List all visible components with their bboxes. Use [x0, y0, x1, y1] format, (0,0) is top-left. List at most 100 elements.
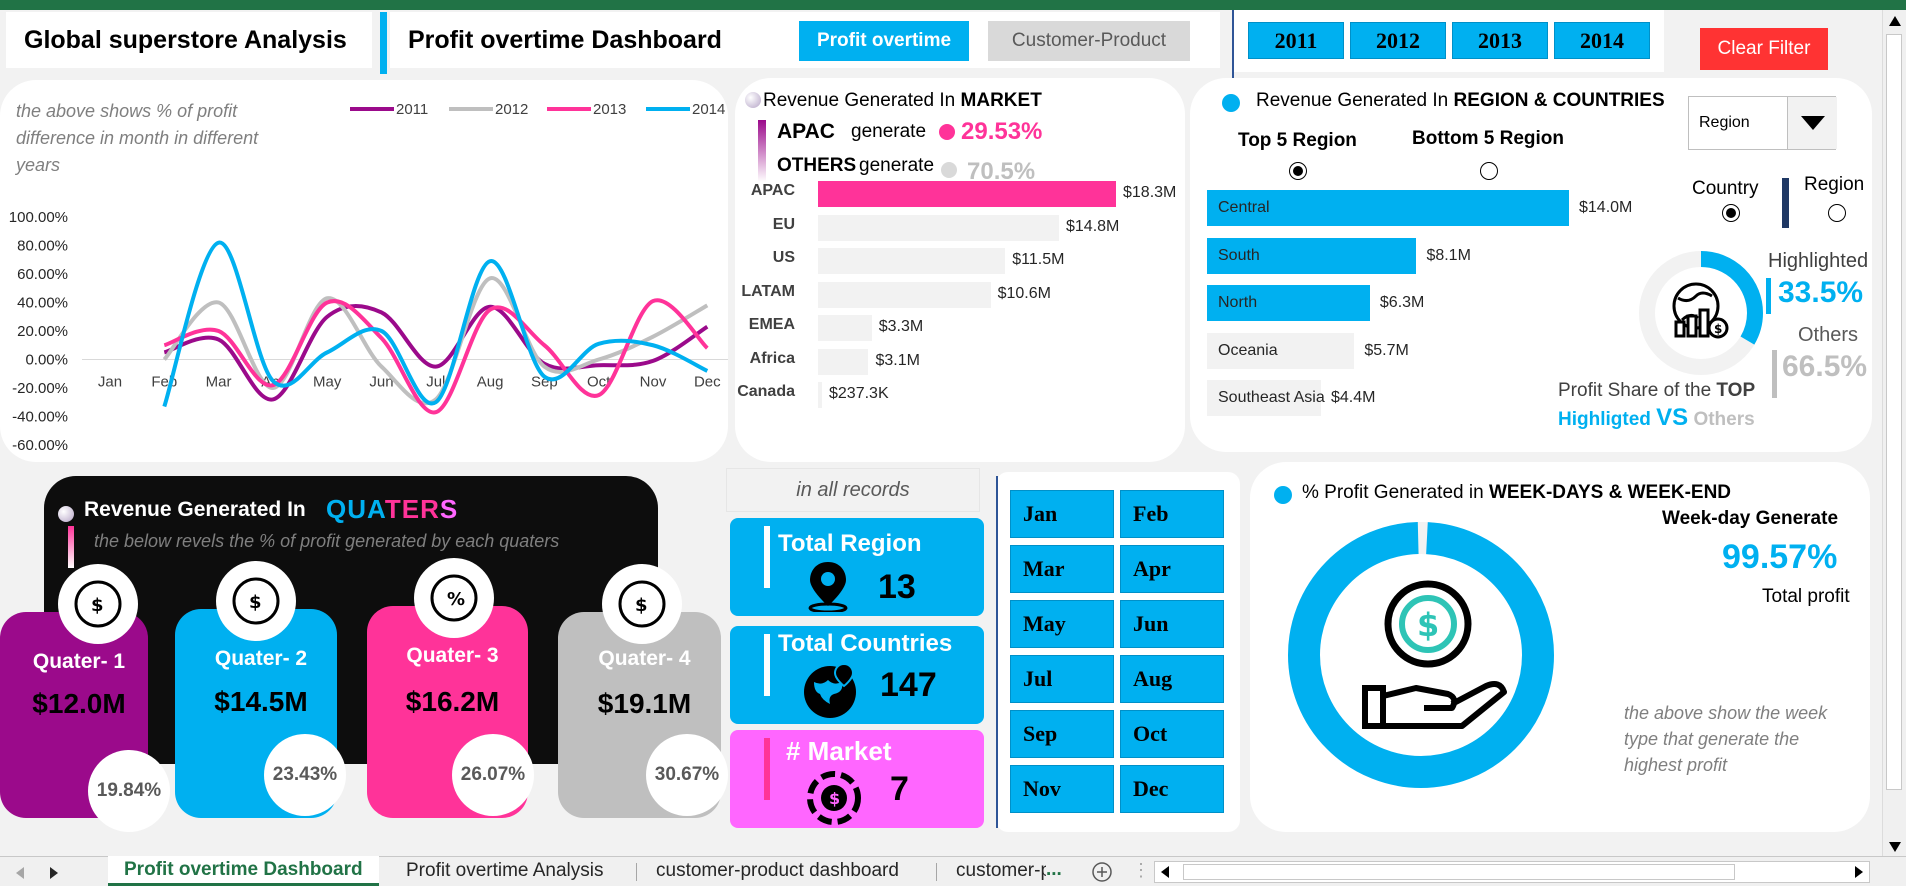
region-bar-label: Southeast Asia	[1218, 389, 1325, 406]
kpi-accent	[764, 526, 770, 588]
week-title-bold: WEEK-DAYS & WEEK-END	[1488, 482, 1732, 503]
sheet-tab-active[interactable]: Profit overtime Dashboard	[108, 856, 379, 886]
region-dropdown-value: Region	[1699, 114, 1750, 131]
x-tick-label: Dec	[694, 374, 721, 391]
market-title-prefix: Revenue Generated In	[763, 90, 961, 111]
country-radio[interactable]	[1722, 204, 1740, 222]
month-button-jun[interactable]: Jun	[1120, 600, 1224, 648]
clear-filter-button[interactable]: Clear Filter	[1700, 28, 1828, 70]
market-bar[interactable]	[818, 248, 1006, 274]
apac-accent-bar	[758, 120, 766, 182]
month-button-may[interactable]: May	[1010, 600, 1114, 648]
month-button-dec[interactable]: Dec	[1120, 765, 1224, 813]
scroll-down-icon[interactable]	[1889, 842, 1901, 852]
region-radio[interactable]	[1828, 204, 1846, 222]
kpi-market-label: # Market	[786, 736, 892, 766]
y-tick-label: -60.00%	[12, 437, 68, 454]
region-bar-value: $4.4M	[1331, 389, 1376, 406]
horizontal-scrollbar[interactable]	[1154, 861, 1870, 883]
region-bar-value: $8.1M	[1426, 246, 1471, 264]
svg-text:$: $	[1714, 322, 1722, 336]
market-bar[interactable]	[818, 348, 869, 375]
top-5-radio[interactable]	[1289, 162, 1307, 180]
region-card-title: Revenue Generated In REGION & COUNTRIES	[1256, 90, 1665, 112]
scroll-left-icon[interactable]	[1161, 866, 1169, 878]
month-button-mar[interactable]: Mar	[1010, 545, 1114, 593]
sheet-tab[interactable]: Profit overtime Analysis	[390, 857, 619, 885]
svg-text:$: $	[829, 789, 840, 808]
globe-chart-icon: $	[1672, 282, 1729, 339]
share-caption-line2: Highligted VS Others	[1558, 404, 1755, 432]
month-button-apr[interactable]: Apr	[1120, 545, 1224, 593]
more-tabs-icon[interactable]: ...	[1046, 859, 1062, 881]
kpi-region-value: 13	[878, 568, 916, 606]
market-bar[interactable]	[818, 281, 991, 308]
month-button-sep[interactable]: Sep	[1010, 710, 1114, 758]
quarter-value: $19.1M	[597, 688, 692, 719]
sheet-next-icon[interactable]	[50, 867, 58, 879]
sheet-tab[interactable]: customer-p	[940, 857, 1046, 885]
add-sheet-icon[interactable]	[1092, 862, 1112, 882]
hand-coin-icon: $	[1362, 580, 1507, 729]
region-bar-label: Oceania	[1218, 341, 1278, 359]
tab-profit-overtime[interactable]: Profit overtime	[799, 21, 969, 61]
x-tick-label: Jan	[98, 374, 122, 391]
legend-label: 2014	[692, 101, 725, 118]
share-caption-vs: VS	[1656, 404, 1689, 431]
market-bar[interactable]	[818, 214, 1059, 241]
scroll-thumb[interactable]	[1886, 34, 1902, 790]
y-tick-label: 40.00%	[17, 295, 68, 312]
market-coin-icon: $	[807, 771, 861, 825]
month-button-nov[interactable]: Nov	[1010, 765, 1114, 813]
market-bar-label: LATAM	[741, 282, 795, 300]
region-bar-value: $14.0M	[1579, 199, 1633, 216]
scroll-right-icon[interactable]	[1855, 866, 1863, 878]
sheet-tab[interactable]: customer-product dashboard	[640, 857, 915, 885]
kpi-total-countries: Total Countries 147	[730, 626, 984, 724]
location-pin-icon	[808, 562, 848, 612]
bottom-5-label: Bottom 5 Region	[1412, 128, 1564, 149]
weekday-label: Week-day Generate	[1662, 508, 1839, 529]
vertical-scrollbar[interactable]	[1882, 10, 1906, 856]
market-bar-label: EMEA	[748, 316, 795, 333]
month-button-aug[interactable]: Aug	[1120, 655, 1224, 703]
region-dropdown[interactable]: Region	[1688, 96, 1837, 150]
market-bar[interactable]	[818, 382, 822, 408]
scroll-up-icon[interactable]	[1889, 16, 1901, 26]
share-caption-top: TOP	[1716, 380, 1756, 401]
month-button-jul[interactable]: Jul	[1010, 655, 1114, 703]
svg-text:%: %	[447, 589, 465, 610]
month-button-oct[interactable]: Oct	[1120, 710, 1224, 758]
quarter-percent: 23.43%	[264, 734, 346, 816]
market-bar-label: EU	[772, 215, 795, 233]
year-button-2013[interactable]: 2013	[1452, 22, 1548, 59]
year-button-2011[interactable]: 2011	[1248, 22, 1344, 59]
region-bar-label: South	[1218, 246, 1260, 264]
y-tick-label: 20.00%	[17, 323, 68, 340]
bullet-icon	[1274, 486, 1292, 504]
hscroll-thumb[interactable]	[1183, 864, 1735, 880]
excel-top-strip	[0, 0, 1906, 10]
quarter-value: $14.5M	[214, 686, 308, 717]
tab-customer-product[interactable]: Customer-Product	[988, 21, 1190, 61]
month-button-feb[interactable]: Feb	[1120, 490, 1224, 538]
sheet-prev-icon[interactable]	[16, 867, 24, 879]
quarter-name: Quater- 3	[406, 644, 499, 667]
year-button-2014[interactable]: 2014	[1554, 22, 1650, 59]
x-tick-label: Nov	[640, 374, 667, 391]
share-caption-text: Profit Share of the	[1558, 380, 1717, 401]
bottom-5-radio[interactable]	[1480, 162, 1498, 180]
kpi-countries-label: Total Countries	[778, 630, 953, 657]
month-button-jan[interactable]: Jan	[1010, 490, 1114, 538]
dropdown-arrow-button[interactable]	[1787, 97, 1837, 149]
market-bar[interactable]	[818, 181, 1116, 207]
clock-dollar-icon: $	[58, 564, 138, 644]
splitter-handle[interactable]: ⋮	[1132, 860, 1150, 881]
share-caption-highlighted: Highligted	[1558, 409, 1657, 430]
svg-text:$: $	[635, 595, 648, 616]
year-button-2012[interactable]: 2012	[1350, 22, 1446, 59]
market-bar[interactable]	[818, 315, 872, 341]
quarter-note-text: the below revels the % of profit generat…	[94, 531, 560, 551]
region-title-prefix: Revenue Generated In	[1256, 90, 1454, 111]
country-toggle-label: Country	[1692, 178, 1759, 199]
